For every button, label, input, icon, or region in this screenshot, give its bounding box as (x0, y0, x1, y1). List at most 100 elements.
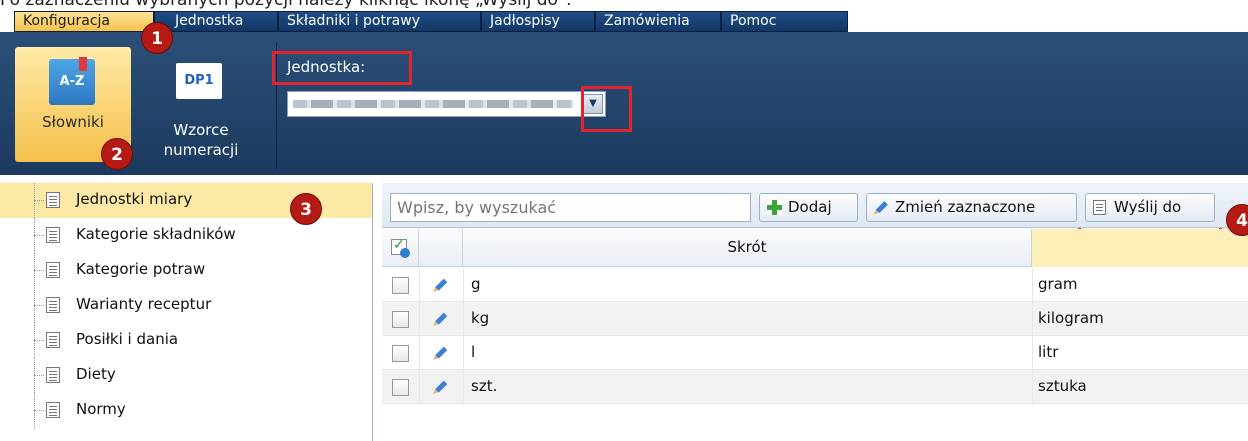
col-divider (1032, 370, 1033, 404)
menu-konfiguracja[interactable]: Konfiguracja (14, 11, 154, 32)
wzorce-label-line1: Wzorce (173, 121, 229, 139)
wzorce-label-line2: numeracji (163, 141, 239, 159)
edit-pencil-icon[interactable] (430, 306, 455, 331)
main-panel: Dodaj Zmień zaznaczone Wyślij do Skrót g… (382, 183, 1248, 441)
document-icon (46, 297, 60, 313)
table-row[interactable]: l litr (382, 336, 1248, 370)
row-abbr: szt. (471, 377, 498, 395)
marker-1: 1 (141, 22, 173, 54)
edit-pencil-icon[interactable] (430, 272, 455, 297)
edit-column-header (419, 229, 463, 267)
document-icon (46, 262, 60, 278)
edit-selected-button[interactable]: Zmień zaznaczone (866, 193, 1077, 222)
row-abbr: kg (471, 309, 490, 327)
col-divider (463, 370, 464, 404)
send-to-button[interactable]: Wyślij do (1085, 193, 1215, 222)
tree-item-label: Normy (76, 400, 126, 418)
send-to-label: Wyślij do (1114, 198, 1182, 216)
row-checkbox[interactable] (392, 311, 409, 328)
blurred-unit-value (293, 100, 573, 108)
row-checkbox[interactable] (392, 345, 409, 362)
menu-zamowienia[interactable]: Zamówienia (595, 11, 721, 32)
bookmark-icon (79, 57, 87, 71)
tree-item-kategorie-potraw[interactable]: Kategorie potraw (0, 253, 372, 288)
tree-item-label: Posiłki i dania (76, 330, 179, 348)
col-divider (463, 268, 464, 302)
document-number-icon: DP1 (176, 63, 222, 99)
instruction-caption: Po zaznaczeniu wybranych pozycji należy … (0, 0, 572, 10)
table-row[interactable]: kg kilogram (382, 302, 1248, 336)
tree-item-kategorie-skladnikow[interactable]: Kategorie składników (0, 218, 372, 253)
row-abbr: g (471, 275, 481, 293)
col-divider (1032, 336, 1033, 370)
dictionary-tree: Jednostki miary Kategorie składników Kat… (0, 183, 373, 441)
tree-branch (34, 200, 44, 201)
marker-2: 2 (101, 138, 133, 170)
row-abbr: l (471, 343, 476, 361)
dictionary-icon: A-Z (49, 59, 95, 105)
col-divider (1032, 268, 1033, 302)
plus-icon (767, 200, 782, 215)
col-divider (419, 336, 420, 370)
tree-item-label: Diety (76, 365, 116, 383)
tree-branch (34, 340, 44, 341)
info-icon (400, 248, 410, 258)
tree-item-warianty-receptur[interactable]: Warianty receptur (0, 288, 372, 323)
edit-pencil-icon[interactable] (430, 374, 455, 399)
row-name: gram (1038, 275, 1078, 293)
table-header: Skrót (382, 229, 1248, 267)
col-divider (419, 370, 420, 404)
add-button[interactable]: Dodaj (759, 193, 858, 222)
tree-item-posilki-i-dania[interactable]: Posiłki i dania (0, 323, 372, 358)
row-checkbox[interactable] (392, 379, 409, 396)
tree-item-label: Kategorie składników (76, 225, 236, 243)
col-divider (463, 336, 464, 370)
document-icon (46, 402, 60, 418)
document-icon (46, 227, 60, 243)
send-document-icon (1093, 200, 1106, 215)
row-checkbox[interactable] (392, 277, 409, 294)
table-row[interactable]: g gram (382, 268, 1248, 302)
wzorce-numeracji-button[interactable]: DP1 Wzorce numeracji (142, 47, 260, 162)
row-name: kilogram (1038, 309, 1104, 327)
tree-branch (34, 305, 44, 306)
tree-item-label: Kategorie potraw (76, 260, 206, 278)
table-row[interactable]: szt. sztuka (382, 370, 1248, 404)
menu-jadlospisy[interactable]: Jadłospisy (481, 11, 595, 32)
document-icon (46, 367, 60, 383)
highlight-unit-label (272, 51, 412, 85)
col-divider (1032, 302, 1033, 336)
tree-item-label: Jednostki miary (76, 190, 193, 208)
col-divider (463, 302, 464, 336)
unit-select[interactable]: ▼ (287, 91, 606, 117)
tree-branch (34, 270, 44, 271)
tree-item-diety[interactable]: Diety (0, 358, 372, 393)
tree-branch (34, 410, 44, 411)
menu-pomoc[interactable]: Pomoc (721, 11, 848, 32)
col-divider (419, 268, 420, 302)
document-icon (46, 192, 60, 208)
highlight-dropdown (581, 86, 632, 132)
menu-bar: Konfiguracja Jednostka Składniki i potra… (0, 11, 1248, 32)
row-name: litr (1038, 343, 1059, 361)
slowniki-label: Słowniki (42, 113, 104, 131)
row-name: sztuka (1038, 377, 1087, 395)
tree-branch (34, 375, 44, 376)
menu-skladniki-i-potrawy[interactable]: Składniki i potrawy (278, 11, 481, 32)
pencil-icon (871, 197, 892, 218)
document-icon (46, 332, 60, 348)
toolbar: Dodaj Zmień zaznaczone Wyślij do (382, 183, 1248, 228)
marker-3: 3 (290, 193, 322, 225)
tree-branch (34, 235, 44, 236)
tree-item-label: Warianty receptur (76, 295, 212, 313)
edit-selected-label: Zmień zaznaczone (895, 198, 1036, 216)
tree-item-normy[interactable]: Normy (0, 393, 372, 428)
column-header-name[interactable] (1032, 229, 1248, 267)
menu-jednostka[interactable]: Jednostka (154, 11, 278, 32)
search-input[interactable] (390, 193, 751, 222)
select-all-column[interactable] (382, 229, 419, 267)
add-button-label: Dodaj (788, 198, 832, 216)
column-header-abbr[interactable]: Skrót (463, 229, 1032, 267)
edit-pencil-icon[interactable] (430, 340, 455, 365)
col-divider (419, 302, 420, 336)
